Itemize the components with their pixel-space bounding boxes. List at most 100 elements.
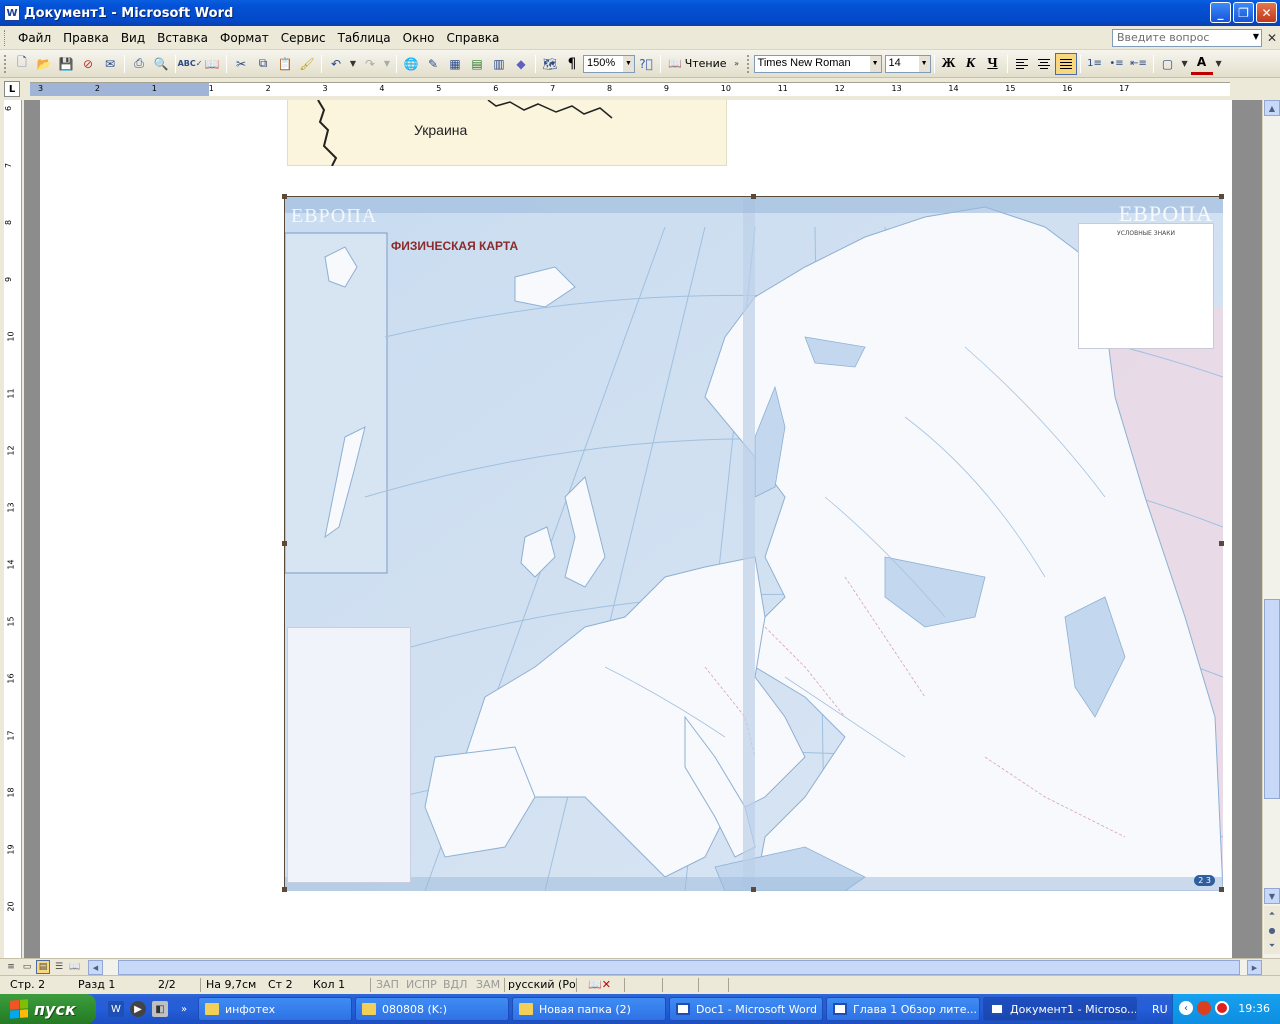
document-map-icon[interactable]: 🗺 (539, 53, 561, 75)
tray-security-icon[interactable] (1197, 1001, 1211, 1015)
menu-file[interactable]: Файл (12, 29, 57, 47)
format-painter-icon[interactable]: 🖌 (296, 53, 318, 75)
scroll-left-icon[interactable]: ◀ (88, 960, 103, 975)
start-button[interactable]: пуск (0, 994, 96, 1024)
tray-antivirus-icon[interactable] (1215, 1001, 1229, 1015)
spelling-icon[interactable]: ABC✓ (178, 53, 203, 75)
close-icon[interactable]: ✕ (1256, 2, 1277, 23)
status-record[interactable]: ЗАП (376, 978, 399, 991)
numbered-list-icon[interactable]: 1≡ (1084, 53, 1106, 75)
menu-help[interactable]: Справка (441, 29, 506, 47)
scroll-down-icon[interactable]: ▼ (1264, 888, 1280, 904)
align-left-icon[interactable] (1011, 53, 1033, 75)
quicklaunch-word-icon[interactable]: W (108, 1001, 124, 1017)
open-folder-icon[interactable]: 📂 (33, 53, 55, 75)
resize-handle-nw[interactable] (282, 194, 287, 199)
resize-handle-ne[interactable] (1219, 194, 1224, 199)
resize-handle-sw[interactable] (282, 887, 287, 892)
decrease-indent-icon[interactable]: ⇤≡ (1128, 53, 1150, 75)
bold-button[interactable]: Ж (938, 53, 960, 75)
resize-handle-w[interactable] (282, 541, 287, 546)
borders-dropdown-icon[interactable]: ▼ (1179, 53, 1191, 75)
resize-handle-e[interactable] (1219, 541, 1224, 546)
columns-icon[interactable]: ▥ (488, 53, 510, 75)
print-preview-icon[interactable]: 🔍 (150, 53, 172, 75)
minimize-icon[interactable]: _ (1210, 2, 1231, 23)
email-icon[interactable]: ✉ (99, 53, 121, 75)
cut-icon[interactable]: ✂ (230, 53, 252, 75)
copy-icon[interactable]: ⧉ (252, 53, 274, 75)
status-track-changes[interactable]: ИСПР (406, 978, 437, 991)
status-extend[interactable]: ВДЛ (443, 978, 467, 991)
resize-handle-se[interactable] (1219, 887, 1224, 892)
redo-icon[interactable]: ↷ (359, 53, 381, 75)
scroll-right-icon[interactable]: ▶ (1247, 960, 1262, 975)
previous-map-fragment[interactable]: Украина (287, 100, 727, 167)
menu-window[interactable]: Окно (397, 29, 441, 47)
zoom-select[interactable]: 150% ▼ (583, 54, 635, 73)
toolbar-grip[interactable] (4, 54, 7, 73)
tables-borders-icon[interactable]: ✎ (422, 53, 444, 75)
next-page-icon[interactable]: ⏷ (1264, 938, 1280, 954)
paste-icon[interactable]: 📋 (274, 53, 296, 75)
help-icon[interactable]: ?⃝ (635, 53, 657, 75)
font-size-select[interactable]: 14 ▼ (884, 54, 931, 73)
insert-excel-icon[interactable]: ▤ (466, 53, 488, 75)
input-language-indicator[interactable]: RU (1152, 1003, 1168, 1016)
reading-layout-icon[interactable]: 📖 (68, 960, 82, 974)
menu-edit[interactable]: Правка (57, 29, 115, 47)
vertical-scroll-thumb[interactable] (1264, 599, 1280, 799)
menu-tools[interactable]: Сервис (275, 29, 332, 47)
new-document-icon[interactable]: 🗋 (11, 53, 33, 75)
chevron-down-icon[interactable]: ▼ (623, 55, 634, 72)
font-color-dropdown-icon[interactable]: ▼ (1213, 53, 1225, 75)
align-center-icon[interactable] (1033, 53, 1055, 75)
task-chapter1[interactable]: Глава 1 Обзор лите... (826, 997, 980, 1021)
menu-view[interactable]: Вид (115, 29, 151, 47)
quicklaunch-app-icon[interactable]: ◧ (152, 1001, 168, 1017)
research-icon[interactable]: 📖 (201, 53, 223, 75)
font-color-icon[interactable]: A (1190, 53, 1213, 75)
chevron-down-icon[interactable]: ▼ (869, 55, 881, 72)
horizontal-ruler[interactable]: 3 2 1 1 2 3 4 5 6 7 8 9 10 11 12 13 14 15 16 17 (30, 82, 1230, 96)
undo-icon[interactable]: ↶ (325, 53, 347, 75)
status-overtype[interactable]: ЗАМ (476, 978, 500, 991)
vertical-scrollbar[interactable]: ▲ ▼ ⏶ ● ⏷ (1262, 100, 1280, 958)
menu-format[interactable]: Формат (214, 29, 275, 47)
resize-handle-n[interactable] (751, 194, 756, 199)
hyperlink-icon[interactable]: 🌐 (400, 53, 422, 75)
document-page[interactable]: Украина ЕВРОПА ЕВРОПА ФИЗИЧЕСКАЯ КАРТА У… (40, 100, 1232, 958)
quicklaunch-more-icon[interactable]: » (176, 1001, 192, 1017)
align-justify-icon[interactable] (1054, 52, 1077, 75)
task-infoteh[interactable]: инфотех (198, 997, 352, 1021)
resize-handle-s[interactable] (751, 887, 756, 892)
doc-close-icon[interactable]: ✕ (1267, 31, 1277, 45)
ask-question-input[interactable]: Введите вопрос ▼ (1112, 29, 1262, 47)
clock[interactable]: 19:36 (1238, 1002, 1270, 1015)
outline-view-icon[interactable]: ☰ (52, 960, 66, 974)
underline-button[interactable]: Ч (982, 53, 1004, 75)
vertical-ruler[interactable]: 6 7 8 9 10 11 12 13 14 15 16 17 18 19 20 (4, 100, 22, 958)
normal-view-icon[interactable]: ≡ (4, 960, 18, 974)
drawing-icon[interactable]: ◆ (510, 53, 532, 75)
bulleted-list-icon[interactable]: •≡ (1106, 53, 1128, 75)
task-doc1[interactable]: Doc1 - Microsoft Word (669, 997, 823, 1021)
horizontal-scroll-thumb[interactable] (118, 960, 1240, 975)
chevron-down-icon[interactable]: ▼ (918, 55, 930, 72)
task-new-folder[interactable]: Новая папка (2) (512, 997, 666, 1021)
tab-stop-selector[interactable]: L (4, 81, 20, 97)
europe-map-image[interactable]: ЕВРОПА ЕВРОПА ФИЗИЧЕСКАЯ КАРТА УСЛОВНЫЕ … (282, 194, 1224, 892)
browse-object-icon[interactable]: ● (1264, 922, 1280, 938)
italic-button[interactable]: К (960, 53, 982, 75)
redo-dropdown-icon[interactable]: ▼ (381, 53, 393, 75)
horizontal-scrollbar[interactable]: ◀ ▶ (88, 960, 1262, 975)
save-icon[interactable]: 💾 (55, 53, 77, 75)
undo-dropdown-icon[interactable]: ▼ (347, 53, 359, 75)
print-layout-icon[interactable]: ▤ (36, 960, 50, 974)
tray-expand-icon[interactable]: ‹ (1179, 1001, 1193, 1015)
task-document1[interactable]: Документ1 - Microso... (983, 997, 1137, 1021)
word-app-icon[interactable]: W (4, 5, 20, 21)
scroll-up-icon[interactable]: ▲ (1264, 100, 1280, 116)
chevron-down-icon[interactable]: ▼ (1253, 32, 1259, 41)
format-toolbar-grip[interactable] (746, 54, 750, 73)
